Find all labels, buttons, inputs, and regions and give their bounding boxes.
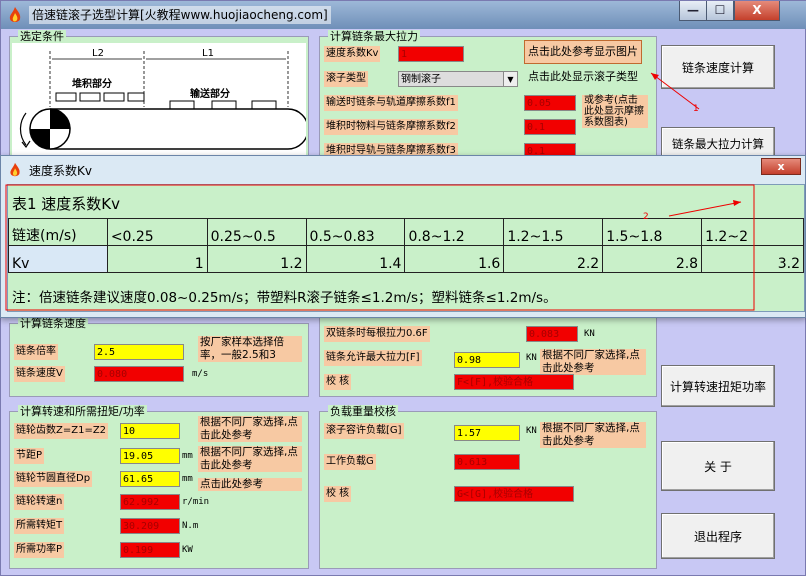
pitch-label: 节距P	[14, 448, 45, 464]
teeth-hint[interactable]: 根据不同厂家选择,点击此处参考	[198, 416, 302, 442]
torque-field: 30.209	[120, 518, 180, 534]
f1-field[interactable]: 0.05	[524, 95, 576, 111]
speed-label: 链条速度V	[14, 366, 65, 382]
conditions-group: 选定条件 L2 L1 堆积部分 输送部分	[9, 30, 309, 161]
f2-label: 堆积时物料与链条摩擦系数f2	[324, 119, 458, 135]
close-button[interactable]: X	[734, 1, 780, 21]
max-pull-group: 计算链条最大拉力 速度系数Kv 1 点击此处参考显示图片 滚子类型 钢制滚子 ▼…	[319, 30, 657, 161]
max-pull-title: 计算链条最大拉力	[328, 30, 420, 43]
minimize-button[interactable]: —	[679, 1, 707, 21]
pitch-unit: mm	[182, 451, 193, 461]
chevron-down-icon[interactable]: ▼	[503, 72, 517, 86]
roller-type-value: 钢制滚子	[401, 74, 441, 85]
pull-check-group: 双链条时每根拉力0.6F 0.083 KN 链条允许最大拉力[F] 0.98 K…	[319, 317, 657, 397]
speed-unit: m/s	[192, 369, 209, 379]
torque-unit: N.m	[182, 521, 199, 531]
conditions-title: 选定条件	[18, 30, 66, 43]
load-check-result: G<[G],校验合格	[454, 486, 574, 502]
load-allowed-hint[interactable]: 根据不同厂家选择,点击此处参考	[540, 422, 646, 448]
rpm-field: 62.992	[120, 494, 180, 510]
teeth-field[interactable]: 10	[120, 423, 180, 439]
annotation-1-label: 1	[693, 104, 699, 114]
convey-label: 输送部分	[190, 87, 230, 100]
exit-button[interactable]: 退出程序	[661, 513, 775, 559]
roller-type-label: 滚子类型	[324, 71, 368, 87]
chain-speed-group: 计算链条速度 链条倍率 2.5 按厂家样本选择倍率，一般2.5和3 链条速度V …	[9, 317, 309, 397]
pitch-dia-unit: mm	[182, 474, 193, 484]
power-label: 所需功率P	[14, 542, 65, 558]
calc-torque-button[interactable]: 计算转速扭矩功率	[661, 365, 775, 407]
window-title: 倍速链滚子选型计算[火教程www.huojiaocheng.com]	[29, 6, 331, 24]
load-allowed-unit: KN	[526, 426, 537, 436]
allowed-pull-hint[interactable]: 根据不同厂家选择,点击此处参考	[540, 349, 646, 375]
pitch-dia-hint[interactable]: 点击此处参考	[198, 478, 302, 491]
allowed-pull-field[interactable]: 0.98	[454, 352, 520, 368]
title-bar: 倍速链滚子选型计算[火教程www.huojiaocheng.com] — ☐ X	[1, 1, 806, 29]
annotation-2-label: 2	[643, 212, 649, 222]
load-check-group: 负载重量校核 滚子容许负载[G] 1.57 KN 根据不同厂家选择,点击此处参考…	[319, 405, 657, 569]
per-chain-unit: KN	[584, 329, 595, 339]
work-load-field: 0.613	[454, 454, 520, 470]
l1-label: L1	[202, 48, 214, 59]
annotation-arrow-2: 2	[5, 184, 755, 311]
annotation-arrow-1: 1	[650, 72, 700, 114]
speed-factor-field[interactable]: 1	[398, 46, 464, 62]
torque-title: 计算转速和所需扭矩/功率	[18, 405, 147, 418]
l2-label: L2	[92, 48, 104, 59]
pull-check-label: 校 核	[324, 374, 352, 390]
per-chain-field: 0.083	[526, 326, 578, 342]
load-check-title: 负载重量校核	[328, 405, 398, 418]
about-button[interactable]: 关 于	[661, 441, 775, 491]
teeth-label: 链轮齿数Z=Z1=Z2	[14, 423, 109, 439]
pull-check-result: F<[F],校验合格	[454, 374, 574, 390]
maximize-button[interactable]: ☐	[706, 1, 734, 21]
ratio-field[interactable]: 2.5	[94, 344, 184, 360]
pitch-dia-field[interactable]: 61.65	[120, 471, 180, 487]
load-check-label: 校 核	[324, 486, 352, 502]
power-field: 0.199	[120, 542, 180, 558]
torque-group: 计算转速和所需扭矩/功率 链轮齿数Z=Z1=Z2 10 根据不同厂家选择,点击此…	[9, 405, 309, 569]
kv-dialog: 速度系数Kv x 表1 速度系数Kv 链速(m/s) <0.25 0.25~0.…	[0, 155, 806, 318]
roller-type-select[interactable]: 钢制滚子 ▼	[398, 71, 518, 87]
pitch-field[interactable]: 19.05	[120, 448, 180, 464]
roller-type-hint[interactable]: 点击此处显示滚子类型	[526, 69, 640, 85]
conveyor-diagram: L2 L1 堆积部分 输送部分	[12, 43, 306, 161]
speed-field: 0.080	[94, 366, 184, 382]
load-allowed-label: 滚子容许负载[G]	[324, 423, 404, 439]
rpm-unit: r/min	[182, 497, 210, 507]
allowed-pull-label: 链条允许最大拉力[F]	[324, 350, 422, 366]
f1-label: 输送时链条与轨道摩擦系数f1	[324, 95, 458, 111]
per-chain-label: 双链条时每根拉力0.6F	[324, 326, 430, 342]
accum-label: 堆积部分	[72, 77, 112, 90]
show-image-link[interactable]: 点击此处参考显示图片	[524, 40, 642, 64]
rpm-label: 链轮转速n	[14, 494, 65, 510]
torque-label: 所需转矩T	[14, 518, 65, 534]
f2-field[interactable]: 0.1	[524, 119, 576, 135]
pitch-hint[interactable]: 根据不同厂家选择,点击此处参考	[198, 446, 302, 472]
pitch-dia-label: 链轮节圆直径Dp	[14, 471, 93, 487]
ratio-hint: 按厂家样本选择倍率，一般2.5和3	[198, 336, 302, 362]
friction-ref-link[interactable]: 或参考(点击此处显示摩擦系数图表)	[582, 95, 648, 128]
ratio-label: 链条倍率	[14, 344, 58, 360]
fire-icon	[9, 7, 21, 22]
work-load-label: 工作负载G	[324, 454, 376, 470]
load-allowed-field[interactable]: 1.57	[454, 425, 520, 441]
allowed-pull-unit: KN	[526, 353, 537, 363]
speed-factor-label: 速度系数Kv	[324, 46, 381, 62]
power-unit: KW	[182, 545, 193, 555]
